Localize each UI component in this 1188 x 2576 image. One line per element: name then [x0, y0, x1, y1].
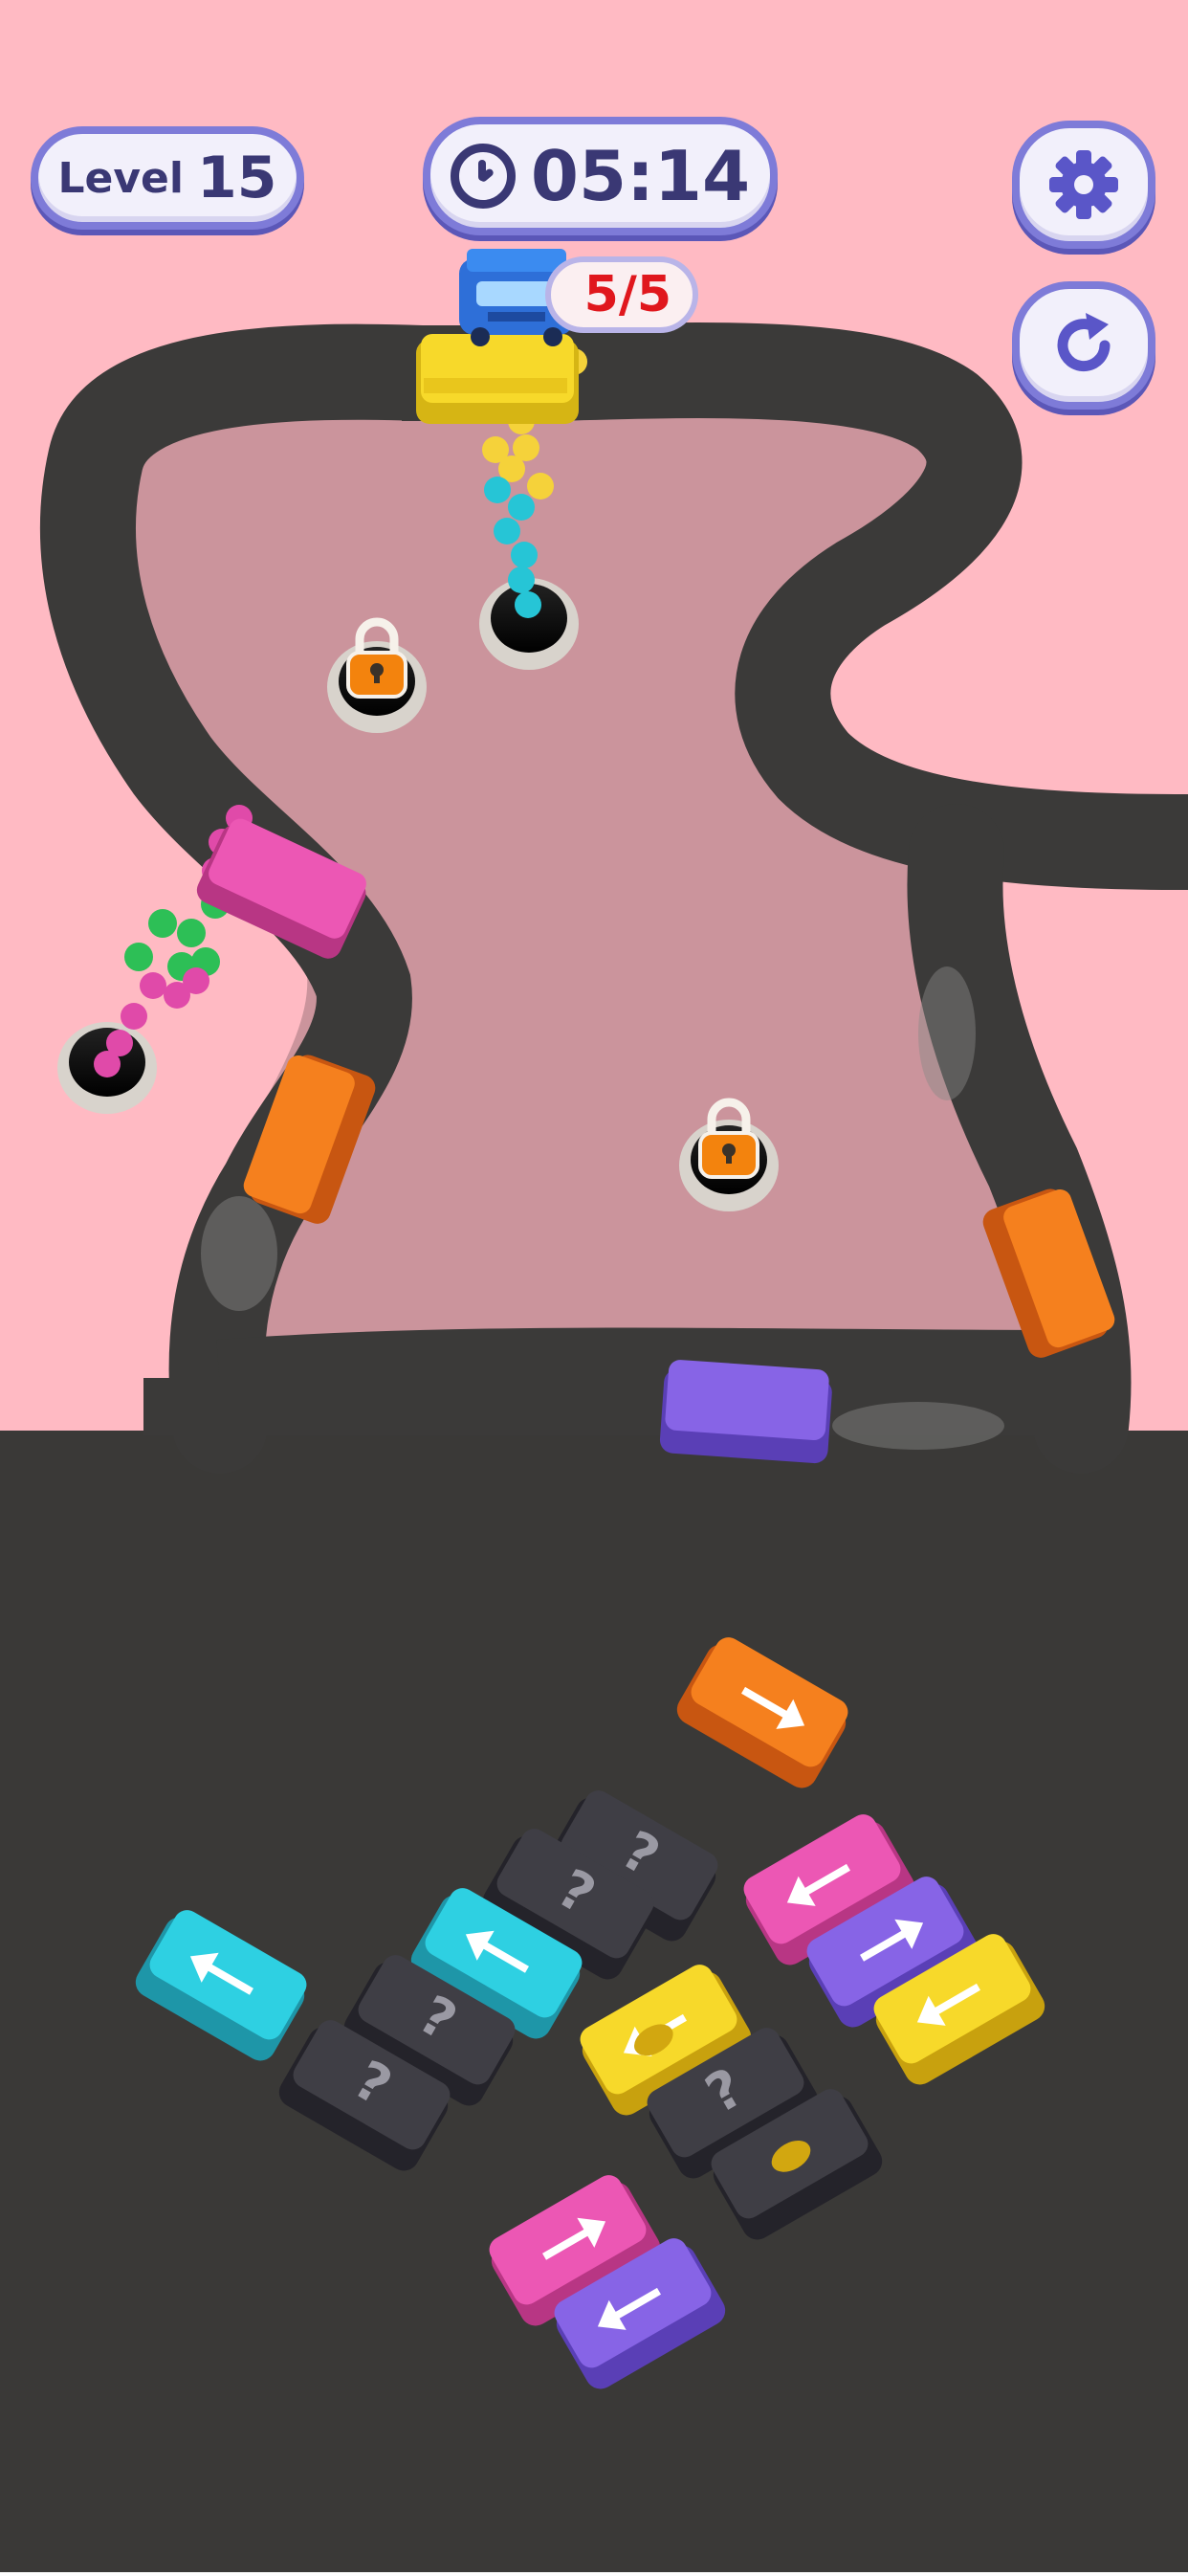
bus-purple-road	[659, 1360, 832, 1464]
restart-button[interactable]	[1012, 281, 1155, 410]
bus-yellow-loading	[416, 334, 579, 424]
level-indicator: Level 15	[31, 126, 304, 230]
level-label: Level	[57, 153, 184, 203]
game-board: ? ? ? ? ?	[0, 0, 1188, 2572]
timer-value: 05:14	[530, 136, 751, 216]
bus-counter-value: 5/5	[583, 266, 671, 323]
timer-display: 05:14	[423, 117, 778, 235]
settings-button[interactable]	[1012, 121, 1155, 249]
clock-icon	[450, 144, 516, 209]
restart-icon	[1057, 313, 1111, 372]
bus-counter: 5/5	[545, 256, 698, 333]
level-number: 15	[196, 144, 277, 211]
gear-icon	[1049, 150, 1118, 219]
game-scene: ? ? ? ? ?	[0, 0, 1188, 2572]
